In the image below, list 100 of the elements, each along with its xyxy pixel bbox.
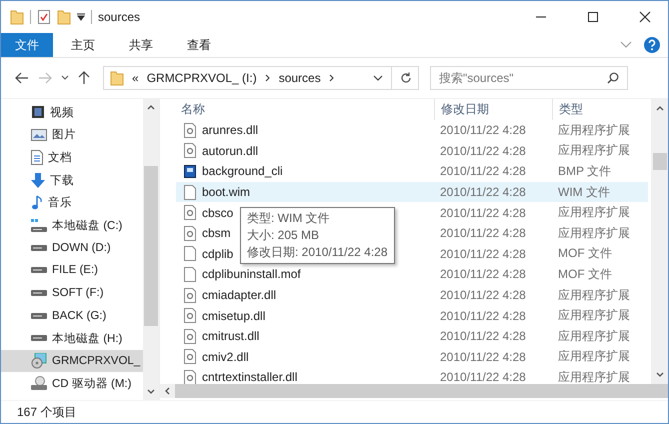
sidebar-item[interactable]: 本地磁盘 (C:) — [1, 214, 143, 237]
file-name: cmiv2.dll — [202, 350, 249, 364]
file-name: cmitrust.dll — [202, 329, 260, 344]
chevron-down-icon[interactable] — [656, 372, 664, 377]
chevron-left-icon[interactable] — [160, 384, 175, 398]
date-cell-text: 2010/11/22 4:28 — [439, 204, 527, 222]
overflow-chevron[interactable]: « — [132, 71, 139, 85]
date-cell-text: 2010/11/22 4:28 — [439, 348, 527, 366]
date-cell-text: 2010/11/22 4:28 — [439, 287, 527, 304]
sidebar-item[interactable]: 文档 — [1, 146, 143, 169]
breadcrumb[interactable]: sources — [278, 71, 321, 85]
scrollbar-thumb[interactable] — [144, 166, 158, 326]
ribbon-tab[interactable]: 文件 — [1, 33, 53, 57]
close-icon[interactable] — [639, 11, 651, 23]
horizontal-scrollbar[interactable] — [160, 384, 668, 398]
chevron-down-icon[interactable] — [147, 389, 155, 394]
ribbon-tab[interactable]: 主页 — [55, 33, 111, 57]
cd-drive-icon — [31, 376, 47, 390]
scrollbar-thumb[interactable] — [652, 153, 666, 170]
type-cell-text: 应用程序扩展 — [557, 142, 631, 160]
folder-icon — [110, 70, 124, 86]
ribbon-tab[interactable]: 查看 — [171, 33, 227, 57]
column-header[interactable]: 修改日期 — [434, 99, 552, 120]
sidebar-item[interactable]: 本地磁盘 (H:) — [1, 326, 143, 350]
drive-icon — [31, 335, 47, 342]
type-cell-text: MOF 文件 — [557, 266, 613, 283]
chevron-right-icon[interactable] — [328, 74, 335, 82]
breadcrumb[interactable]: GRMCPRXVOL_ (I:) — [146, 71, 257, 85]
sidebar-item[interactable]: GRMCPRXVOL_ — [1, 350, 143, 372]
chevron-up-icon[interactable] — [656, 106, 664, 111]
gear-file-icon — [184, 288, 196, 303]
column-header[interactable]: 名称 — [176, 99, 434, 120]
window-title: sources — [98, 10, 140, 24]
file-name: arunres.dll — [202, 123, 258, 138]
file-name: cbsm — [202, 226, 231, 240]
sidebar-item[interactable]: DOWN (D:) — [1, 236, 143, 260]
gear-file-icon — [184, 122, 196, 138]
gear-file-icon — [184, 328, 196, 344]
file-name: cdplibuninstall.mof — [202, 267, 301, 282]
file-icon — [184, 266, 196, 282]
file-icon — [184, 246, 196, 262]
caret-icon[interactable] — [77, 13, 85, 21]
column-header[interactable]: 类型 — [552, 99, 648, 120]
chevron-up-icon[interactable] — [147, 105, 155, 110]
gear-file-icon — [184, 226, 196, 241]
date-cell-text: 2010/11/22 4:28 — [439, 266, 527, 284]
type-cell-text: 应用程序扩展 — [557, 307, 631, 324]
gear-file-icon — [184, 349, 196, 364]
type-cell-text: 应用程序扩展 — [557, 286, 631, 304]
sidebar-item[interactable]: 视频 — [1, 101, 143, 124]
date-cell-text: 2010/11/22 4:28 — [439, 225, 527, 242]
download-arrow-icon — [31, 172, 45, 188]
chevron-down-icon[interactable] — [373, 75, 383, 81]
sidebar-item[interactable]: FILE (E:) — [1, 259, 143, 282]
gear-file-icon — [184, 143, 196, 158]
chevron-right-icon[interactable] — [264, 74, 271, 82]
file-name: background_cli — [202, 164, 283, 178]
file-name: cdplib — [202, 246, 234, 261]
scrollbar[interactable] — [651, 99, 668, 384]
properties-icon[interactable] — [37, 9, 51, 25]
back-arrow-icon[interactable] — [15, 72, 29, 84]
film-icon — [31, 105, 45, 120]
file-name: cntrtextinstaller.dll — [202, 370, 298, 384]
file-name: cmiadapter.dll — [202, 288, 276, 302]
drive-icon — [31, 290, 47, 296]
search-icon — [607, 72, 619, 84]
type-cell-text: 应用程序扩展 — [557, 368, 631, 384]
image-icon — [31, 128, 47, 141]
refresh-icon[interactable] — [400, 72, 412, 84]
sidebar-item[interactable]: CD 驱动器 (M:) — [1, 372, 143, 395]
drive-icon — [31, 244, 47, 251]
date-cell-text: 2010/11/22 4:28 — [439, 246, 527, 263]
music-note-icon — [31, 195, 43, 210]
gear-file-icon — [184, 205, 196, 220]
help-icon[interactable] — [644, 37, 660, 53]
type-cell-text: 应用程序扩展 — [557, 204, 631, 222]
sidebar-item[interactable]: 图片 — [1, 124, 143, 146]
sidebar-item[interactable]: 下载 — [1, 168, 143, 192]
search-field[interactable]: 搜索"sources" — [430, 66, 628, 90]
gear-file-icon — [184, 308, 196, 324]
type-cell-text: BMP 文件 — [557, 162, 612, 180]
date-cell-text: 2010/11/22 4:28 — [439, 369, 527, 384]
maximize-icon[interactable] — [587, 11, 599, 23]
address-bar[interactable]: « GRMCPRXVOL_ (I:) sources — [103, 66, 419, 90]
file-name: boot.wim — [202, 185, 250, 200]
chevron-down-icon[interactable] — [61, 75, 69, 81]
sidebar-item[interactable]: SOFT (F:) — [1, 282, 143, 304]
drive-icon — [31, 312, 47, 319]
file-name: cmisetup.dll — [202, 308, 266, 323]
scrollbar[interactable] — [143, 99, 159, 400]
gear-file-icon — [184, 370, 196, 384]
sidebar-item[interactable]: 音乐 — [1, 191, 143, 214]
up-arrow-icon[interactable] — [78, 71, 90, 85]
drive-icon — [31, 267, 47, 274]
type-cell-text: 应用程序扩展 — [557, 224, 631, 242]
file-name: cbsco — [202, 206, 234, 220]
sidebar-item[interactable]: BACK (G:) — [1, 304, 143, 327]
date-cell: 2010/11/22 4:28 — [434, 182, 552, 202]
ribbon-tab[interactable]: 共享 — [113, 33, 169, 57]
type-cell-text: 应用程序扩展 — [557, 348, 631, 366]
